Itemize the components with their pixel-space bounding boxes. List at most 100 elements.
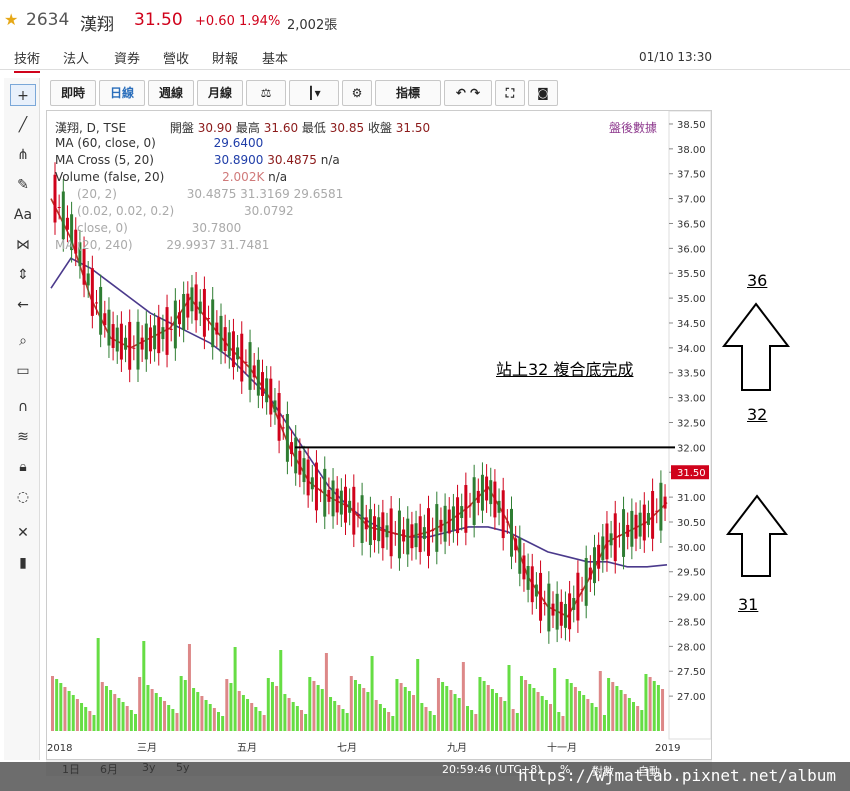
candle-body	[497, 500, 501, 513]
candle-body	[103, 313, 107, 326]
volume-bar	[63, 687, 67, 731]
candle-body	[630, 510, 634, 547]
volume-bar	[569, 683, 573, 731]
indicators-button[interactable]: 指標	[375, 80, 441, 106]
favorite-star-icon[interactable]: ★	[4, 10, 18, 29]
chart-type-dropdown[interactable]: ┃▾	[289, 80, 339, 106]
candle-body	[663, 496, 667, 509]
compare-scale-icon[interactable]: ⚖	[246, 80, 286, 106]
brush-icon[interactable]: ✎	[10, 174, 36, 196]
candle-body	[281, 427, 285, 429]
candle-body	[580, 589, 584, 591]
arrow-left-icon[interactable]: ←	[10, 294, 36, 316]
volume-bar	[287, 698, 291, 731]
stock-name: 漢翔	[80, 15, 114, 35]
month-axis-label: 2019	[655, 743, 680, 754]
volume-bar	[150, 689, 154, 731]
volume-bar	[96, 638, 100, 731]
candle-body	[182, 294, 186, 330]
trade-volume: 2,002張	[287, 18, 338, 33]
crosshair-icon[interactable]: +	[10, 84, 36, 106]
volume-bar	[461, 662, 465, 731]
low-value: 30.85	[329, 121, 365, 135]
tab-financials[interactable]: 財報	[212, 48, 238, 67]
envelope-label: MA (20, 240)	[55, 238, 133, 252]
volume-bar	[324, 653, 328, 731]
volume-bar	[59, 683, 63, 731]
volume-bar	[482, 681, 486, 731]
volume-bar	[399, 683, 403, 731]
price-chart[interactable]: 38.50 38.00 37.50 37.00 36.50 36.00 35.50 35.00…	[46, 110, 712, 760]
interval-monthly-button[interactable]: 月線	[197, 80, 243, 106]
volume-bar	[229, 683, 233, 731]
candle-body	[617, 535, 621, 537]
trendline-icon[interactable]: ╱	[10, 114, 36, 136]
ruler-icon[interactable]: ▭	[10, 360, 36, 382]
macross-value-1: 30.8900	[213, 153, 264, 167]
trash-icon[interactable]: ▮	[10, 552, 36, 574]
tools-icon[interactable]: ✕	[10, 522, 36, 544]
fullscreen-icon[interactable]: ⛶	[495, 80, 525, 106]
ma60-value: 29.6400	[213, 136, 264, 150]
measure-icon[interactable]: ⇕	[10, 264, 36, 286]
candle-body	[285, 414, 289, 462]
tab-basic[interactable]: 基本	[262, 48, 288, 67]
lock-icon[interactable]: 🔒︎	[10, 456, 36, 478]
volume-bar	[578, 691, 582, 731]
interval-weekly-button[interactable]: 週線	[148, 80, 194, 106]
tab-institutional[interactable]: 法人	[63, 48, 89, 67]
tab-revenue[interactable]: 營收	[163, 48, 189, 67]
text-tool-icon[interactable]: Aa	[10, 204, 36, 226]
candle-body	[207, 318, 211, 320]
interval-realtime-button[interactable]: 即時	[50, 80, 96, 106]
candle-body	[99, 286, 103, 335]
volume-bar	[565, 679, 569, 731]
pattern-icon[interactable]: ⋈	[10, 234, 36, 256]
magnet-icon[interactable]: ∩	[10, 396, 36, 418]
candle-body	[563, 603, 567, 628]
eye-hide-icon[interactable]: ◌	[10, 486, 36, 508]
volume-bar	[436, 678, 440, 731]
candle-body	[568, 593, 572, 630]
volume-bar	[337, 705, 341, 731]
volume-bar	[582, 695, 586, 731]
volume-bar	[258, 711, 262, 731]
volume-bar	[403, 687, 407, 731]
candle-body	[107, 309, 111, 346]
volume-bar	[109, 690, 113, 731]
sar-label: (0.02, 0.02, 0.2)	[77, 204, 175, 218]
interval-daily-button[interactable]: 日線	[99, 80, 145, 106]
volume-bar	[598, 671, 602, 731]
price-axis-label: 34.00	[677, 344, 706, 355]
tab-technical[interactable]: 技術	[14, 48, 41, 73]
volume-bar	[183, 680, 187, 731]
tab-margin[interactable]: 資券	[114, 48, 140, 67]
undo-redo-icon[interactable]: ↶ ↷	[444, 80, 492, 106]
volume-value: 2.002K	[222, 170, 265, 184]
settings-gear-icon[interactable]: ⚙	[342, 80, 372, 106]
volume-bar	[366, 692, 370, 731]
candle-body	[402, 529, 406, 542]
volume-bar	[540, 696, 544, 731]
candle-body	[65, 217, 69, 230]
volume-bar	[200, 696, 204, 731]
pitchfork-icon[interactable]: ⋔	[10, 144, 36, 166]
volume-bar	[524, 680, 528, 731]
zoom-icon[interactable]: ⌕	[10, 330, 36, 352]
volume-bar	[387, 712, 391, 731]
volume-bar	[623, 694, 627, 731]
low-label: 最低	[301, 121, 326, 135]
candle-body	[456, 497, 460, 534]
volume-na: n/a	[268, 170, 288, 184]
candle-body	[597, 544, 601, 569]
after-hours-link[interactable]: 盤後數據	[609, 119, 657, 136]
candle-body	[231, 331, 235, 368]
indicators-label: 指標	[395, 86, 420, 100]
candle-body	[422, 527, 426, 540]
volume-bar	[104, 686, 108, 731]
candle-body	[335, 488, 339, 513]
camera-icon[interactable]: ◙	[528, 80, 558, 106]
layers-icon[interactable]: ≋	[10, 426, 36, 448]
volume-bar	[100, 682, 104, 731]
level-31-label: 31	[738, 595, 759, 614]
